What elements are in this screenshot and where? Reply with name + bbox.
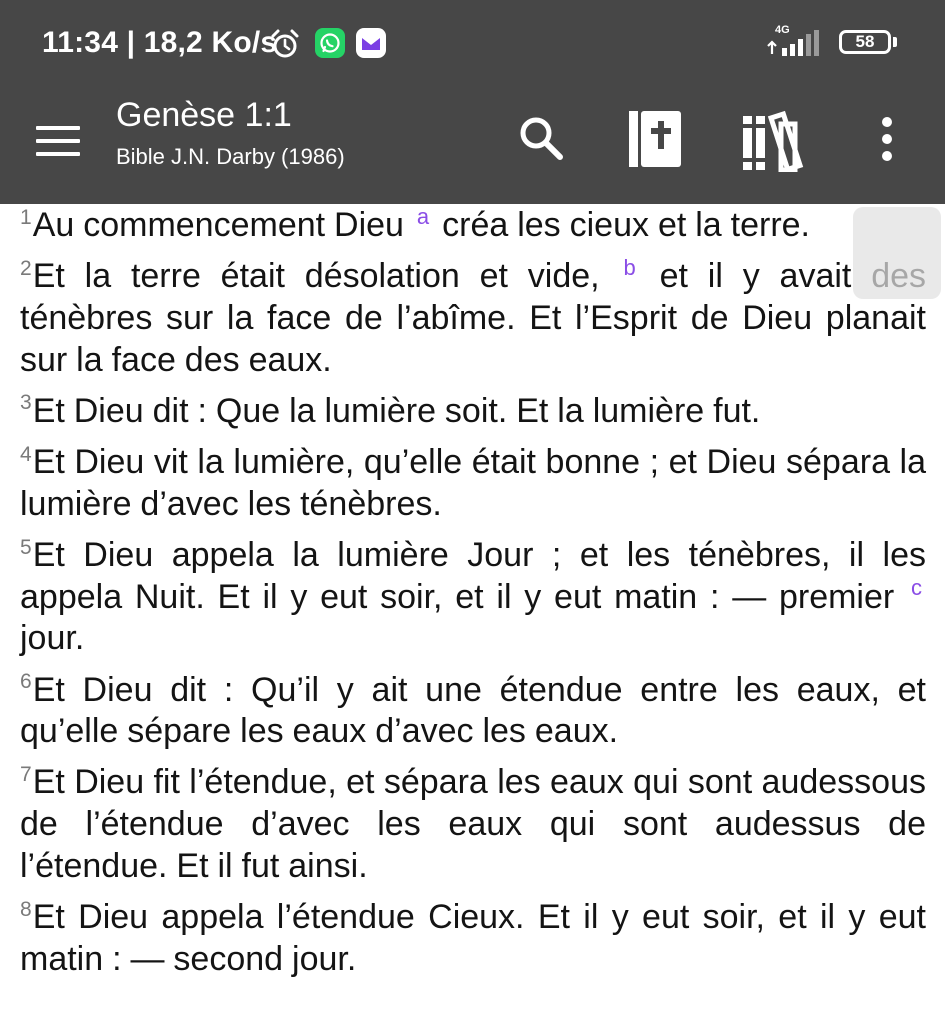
status-bar: 11:34 | 18,2 Ko/s 4G 58 (0, 0, 945, 88)
verse[interactable]: 8Et Dieu appela l’étendue Cieux. Et il y… (20, 897, 926, 980)
more-vert-icon (882, 117, 892, 161)
library-icon (743, 110, 804, 173)
verse[interactable]: 2Et la terre était désolation et vide, b… (20, 256, 926, 381)
verse[interactable]: 5Et Dieu appela la lumière Jour ; et les… (20, 535, 926, 660)
verse-number: 3 (20, 391, 32, 415)
verse-number: 6 (20, 670, 32, 694)
verse-number: 1 (20, 205, 32, 229)
battery-nub (893, 37, 897, 47)
footnote-marker[interactable]: b (619, 255, 639, 280)
menu-button[interactable] (36, 122, 82, 162)
verse[interactable]: 7Et Dieu fit l’étendue, et sépara les ea… (20, 762, 926, 887)
footnote-marker[interactable]: a (413, 204, 433, 229)
alarm-icon (271, 29, 299, 58)
app-bar: Genèse 1:1 Bible J.N. Darby (1986) (0, 88, 945, 204)
battery-level: 58 (855, 32, 875, 51)
library-button[interactable] (741, 110, 805, 177)
battery-icon: 58 (839, 30, 891, 54)
verse[interactable]: 6Et Dieu dit : Qu’il y ait une étendue e… (20, 670, 926, 753)
verse[interactable]: 3Et Dieu dit : Que la lumière soit. Et l… (20, 391, 926, 433)
bible-icon (629, 111, 681, 167)
bible-version[interactable]: Bible J.N. Darby (1986) (116, 144, 345, 170)
page-title[interactable]: Genèse 1:1 (116, 96, 292, 135)
verse[interactable]: 4Et Dieu vit la lumière, qu’elle était b… (20, 442, 926, 525)
chapter-text: 1Au commencement Dieu a créa les cieux e… (20, 205, 926, 990)
status-time: 11:34 | 18,2 Ko/s (42, 26, 278, 59)
search-button[interactable] (517, 114, 565, 167)
mail-icon (356, 28, 386, 58)
whatsapp-icon (315, 28, 345, 58)
signal-icon (767, 30, 819, 56)
verse-number: 2 (20, 256, 32, 280)
bible-button[interactable] (626, 108, 684, 175)
search-icon (520, 117, 563, 160)
verse-number: 7 (20, 763, 32, 787)
more-button[interactable] (878, 116, 896, 167)
verse[interactable]: 1Au commencement Dieu a créa les cieux e… (20, 205, 926, 247)
verse-number: 5 (20, 535, 32, 559)
verse-number: 4 (20, 442, 32, 466)
verse-number: 8 (20, 897, 32, 921)
footnote-marker[interactable]: c (907, 575, 926, 600)
scroll-handle[interactable] (853, 207, 941, 299)
